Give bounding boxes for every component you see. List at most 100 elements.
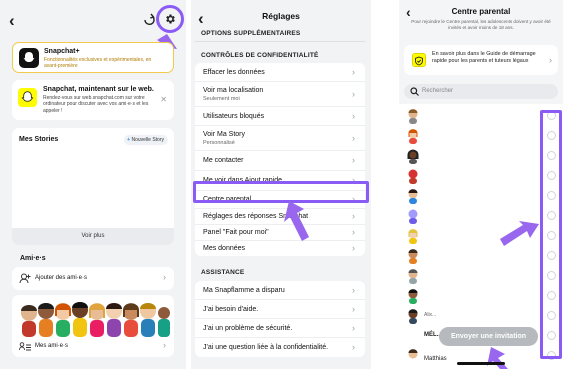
guide-icon: [412, 53, 426, 67]
bitmoji-avatar: [408, 269, 418, 284]
chevron-right-icon: ›: [352, 111, 355, 121]
profile-panel: ‹ Snapchat+ Fonctionnalités exclusives e…: [0, 0, 186, 369]
assist-item-help[interactable]: J'ai besoin d'aide. ›: [195, 300, 365, 319]
page-title: Centre parental: [451, 7, 511, 16]
friend-row[interactable]: [399, 126, 563, 146]
checkboxes-highlight: [540, 110, 562, 359]
my-friends-card[interactable]: Mes ami·e·s ›: [12, 295, 174, 357]
bitmoji-avatar: [408, 289, 418, 304]
assist-item-label: Ma Snapflamme a disparu: [203, 287, 285, 294]
search-placeholder: Rechercher: [422, 88, 454, 94]
settings-item-label: Effacer les données: [203, 69, 265, 76]
settings-item-blocked[interactable]: Utilisateurs bloqués ›: [195, 107, 365, 126]
settings-item-my-data[interactable]: Mes données ›: [195, 241, 365, 256]
add-friend-icon: [19, 273, 31, 284]
friend-row[interactable]: [399, 166, 563, 186]
friend-row[interactable]: [399, 266, 563, 286]
friend-row[interactable]: [399, 106, 563, 126]
settings-item-label: Panel "Fait pour moi": [203, 229, 269, 236]
settings-item-location[interactable]: Voir ma localisation Seulement moi ›: [195, 82, 365, 107]
stories-card: Mes Stories + Nouvelle Story Voir plus: [12, 128, 174, 245]
friend-row[interactable]: [399, 246, 563, 266]
snapchat-plus-card[interactable]: Snapchat+ Fonctionnalités exclusives et …: [12, 42, 174, 73]
assistance-list: Ma Snapflamme a disparu › J'ai besoin d'…: [195, 281, 365, 357]
settings-item-view-story[interactable]: Voir Ma Story Personnalisé ›: [195, 126, 365, 151]
bitmoji-avatar: [408, 249, 418, 264]
my-friends-label: Mes ami·e·s: [35, 343, 69, 349]
back-chevron-icon[interactable]: ‹: [9, 12, 15, 29]
bitmoji-avatar: [408, 189, 418, 204]
web-banner-card[interactable]: Snapchat, maintenant sur le web. Rendez-…: [12, 80, 174, 120]
friend-row[interactable]: Alix...: [399, 306, 563, 326]
divider: [195, 41, 365, 42]
bitmoji-avatar: [408, 309, 418, 324]
chevron-right-icon: ›: [163, 272, 166, 282]
bitmoji-avatar: [407, 149, 419, 164]
chevron-right-icon: ›: [352, 304, 355, 314]
assist-item-label: J'ai besoin d'aide.: [203, 306, 259, 313]
chevron-right-icon: ›: [163, 340, 166, 350]
assist-item-privacy[interactable]: J'ai une question liée à la confidential…: [195, 338, 365, 357]
tutorial-collage: ‹ Snapchat+ Fonctionnalités exclusives e…: [0, 0, 563, 369]
bitmoji-group-image: [21, 302, 170, 337]
snapchat-plus-logo: [19, 48, 39, 68]
settings-item-label: Me contacter: [203, 157, 244, 164]
new-story-label: Nouvelle Story: [131, 137, 164, 143]
assist-item-label: J'ai une question liée à la confidential…: [203, 344, 329, 351]
bitmoji-avatar: [408, 169, 418, 184]
section-extra-options: OPTIONS SUPPLÉMENTAIRES: [201, 30, 301, 37]
settings-item-for-me-panel[interactable]: Panel "Fait pour moi" ›: [195, 225, 365, 241]
intro-text: Pour rejoindre le Centre parental, les a…: [411, 19, 551, 30]
bitmoji-avatar: [408, 229, 418, 244]
chevron-right-icon: ›: [352, 155, 355, 165]
quick-start-guide-card[interactable]: En savoir plus dans le Guide de démarrag…: [404, 45, 558, 75]
friend-row[interactable]: [399, 146, 563, 166]
bitmoji-avatar: [408, 349, 418, 359]
friend-row[interactable]: [399, 186, 563, 206]
friend-row[interactable]: [399, 206, 563, 226]
see-more-button[interactable]: Voir plus: [12, 228, 174, 245]
web-banner-desc: Rendez-vous sur web.snapchat.com sur vot…: [43, 95, 149, 114]
chevron-right-icon: ›: [352, 342, 355, 352]
page-title: Réglages: [262, 11, 300, 21]
settings-item-my-ai[interactable]: Réglages des réponses Snapchat ›: [195, 209, 365, 225]
close-icon[interactable]: ✕: [160, 95, 167, 104]
friend-name: Matthias: [424, 356, 447, 362]
send-invitation-button[interactable]: Envoyer une invitation: [439, 327, 538, 346]
assist-item-safety[interactable]: J'ai un problème de sécurité. ›: [195, 319, 365, 338]
stories-title: Mes Stories: [19, 136, 59, 143]
search-input[interactable]: Rechercher: [404, 84, 558, 99]
friend-row[interactable]: [399, 226, 563, 246]
add-friends-label: Ajouter des ami·e·s: [35, 275, 88, 281]
add-friends-row[interactable]: Ajouter des ami·e·s ›: [12, 267, 174, 290]
section-assistance: ASSISTANCE: [201, 269, 245, 276]
friends-list-icon: [19, 342, 31, 351]
friend-name: Alix...: [424, 312, 437, 318]
privacy-list: Effacer les données › Voir ma localisati…: [195, 63, 365, 256]
settings-item-label: Voir ma localisation: [203, 87, 264, 94]
settings-panel: ‹ Réglages OPTIONS SUPPLÉMENTAIRES CONTR…: [191, 0, 371, 369]
bitmoji-avatar: [408, 129, 418, 144]
settings-item-label: Mes données: [203, 245, 246, 252]
settings-item-clear-data[interactable]: Effacer les données ›: [195, 63, 365, 82]
friends-title: Ami·e·s: [20, 255, 46, 262]
snapchat-plus-title: Snapchat+: [44, 48, 80, 55]
settings-item-contact-me[interactable]: Me contacter ›: [195, 151, 365, 171]
gear-icon[interactable]: [164, 13, 176, 25]
share-icon[interactable]: [142, 12, 156, 26]
new-story-button[interactable]: + Nouvelle Story: [124, 135, 168, 145]
chevron-right-icon: ›: [352, 211, 355, 221]
web-banner-title: Snapchat, maintenant sur le web.: [43, 86, 154, 93]
search-icon: [410, 87, 419, 96]
chevron-right-icon: ›: [352, 89, 355, 99]
bitmoji-avatar: [408, 109, 418, 124]
chevron-right-icon: ›: [352, 67, 355, 77]
friend-row[interactable]: [399, 286, 563, 306]
section-privacy: CONTRÔLES DE CONFIDENTIALITÉ: [201, 52, 319, 59]
chevron-right-icon: ›: [352, 133, 355, 143]
chevron-right-icon: ›: [352, 323, 355, 333]
family-center-highlight: [193, 181, 369, 203]
assist-item-streak[interactable]: Ma Snapflamme a disparu ›: [195, 281, 365, 300]
settings-item-label: Voir Ma Story: [203, 131, 246, 138]
settings-item-value: Seulement moi: [203, 96, 240, 102]
